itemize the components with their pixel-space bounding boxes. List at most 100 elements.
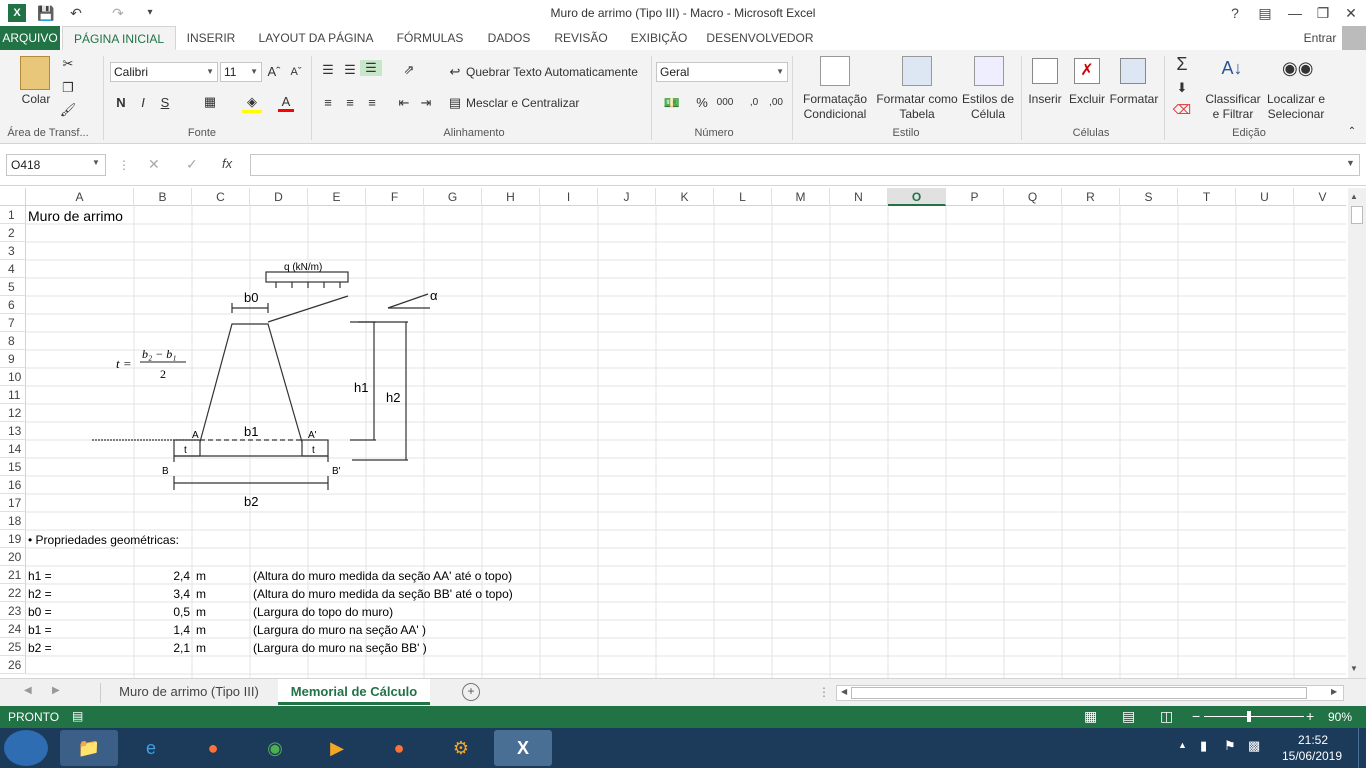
- column-header[interactable]: D: [250, 188, 308, 206]
- cell-styles-button[interactable]: Estilos de Célula: [960, 92, 1016, 122]
- increase-indent-icon[interactable]: ⇥: [416, 95, 436, 111]
- scroll-down-icon[interactable]: ▼: [1350, 664, 1358, 673]
- page-layout-view-icon[interactable]: ▤: [1122, 708, 1135, 725]
- tab-view[interactable]: EXIBIÇÃO: [624, 26, 694, 50]
- flag-icon[interactable]: ⚑: [1224, 738, 1236, 754]
- clock-date[interactable]: 15/06/2019: [1276, 749, 1348, 763]
- number-format-select[interactable]: Geral ▼: [656, 62, 788, 82]
- row-header[interactable]: 21: [0, 566, 26, 584]
- row-header[interactable]: 8: [0, 332, 26, 350]
- row-header[interactable]: 2: [0, 224, 26, 242]
- cell-b21[interactable]: 2,4: [136, 567, 190, 585]
- bold-button[interactable]: N: [112, 95, 130, 110]
- restore-button[interactable]: ❐: [1310, 2, 1336, 24]
- percent-icon[interactable]: %: [694, 95, 710, 110]
- format-cells-icon[interactable]: [1120, 58, 1146, 84]
- start-button[interactable]: [4, 730, 48, 766]
- row-header[interactable]: 17: [0, 494, 26, 512]
- merge-center-button[interactable]: Mesclar e Centralizar: [466, 96, 596, 111]
- column-header[interactable]: Q: [1004, 188, 1062, 206]
- align-center-icon[interactable]: ≡: [340, 95, 360, 110]
- chrome-icon[interactable]: ◉: [246, 730, 304, 766]
- column-header[interactable]: O: [888, 188, 946, 206]
- cell-b22[interactable]: 3,4: [136, 585, 190, 603]
- conditional-format-button[interactable]: Formatação Condicional: [796, 92, 874, 122]
- add-sheet-icon[interactable]: +: [462, 683, 480, 701]
- sheet-tab-muro[interactable]: Muro de arrimo (Tipo III): [104, 679, 274, 705]
- zoom-slider[interactable]: [1204, 711, 1304, 722]
- column-header[interactable]: G: [424, 188, 482, 206]
- cell-a23[interactable]: b0 =: [28, 603, 52, 621]
- row-header[interactable]: 11: [0, 386, 26, 404]
- clear-icon[interactable]: ⌫: [1172, 102, 1192, 118]
- row-header[interactable]: 1: [0, 206, 26, 224]
- find-select-button[interactable]: Localizar e Selecionar: [1264, 92, 1328, 122]
- format-table-button[interactable]: Formatar como Tabela: [874, 92, 960, 122]
- column-header[interactable]: J: [598, 188, 656, 206]
- cell-d25[interactable]: (Largura do muro na seção BB' ): [253, 639, 427, 657]
- cell-d23[interactable]: (Largura do topo do muro): [253, 603, 393, 621]
- column-header[interactable]: T: [1178, 188, 1236, 206]
- scroll-right-icon[interactable]: ▶: [1331, 687, 1337, 696]
- cell-a19[interactable]: • Propriedades geométricas:: [28, 531, 179, 549]
- cell-c25[interactable]: m: [196, 639, 206, 657]
- next-sheet-icon[interactable]: ▶: [52, 685, 60, 696]
- name-box[interactable]: O418: [6, 154, 106, 176]
- increase-font-icon[interactable]: Aˆ: [266, 64, 282, 79]
- format-button[interactable]: Formatar: [1108, 92, 1160, 107]
- wrap-text-button[interactable]: Quebrar Texto Automaticamente: [466, 65, 646, 80]
- font-name-select[interactable]: Calibri ▼: [110, 62, 218, 82]
- normal-view-icon[interactable]: ▦: [1084, 708, 1097, 725]
- show-desktop-button[interactable]: [1358, 728, 1366, 768]
- name-box-dropdown-icon[interactable]: ▼: [92, 158, 100, 167]
- fill-color-icon[interactable]: ◈: [242, 94, 262, 113]
- insert-function-button[interactable]: fx: [222, 156, 232, 171]
- tab-page-layout[interactable]: LAYOUT DA PÁGINA: [250, 26, 382, 50]
- cut-icon[interactable]: ✂: [58, 56, 78, 72]
- firefox-icon[interactable]: ●: [184, 730, 242, 766]
- currency-icon[interactable]: 💵: [658, 95, 686, 111]
- decrease-decimal-icon[interactable]: ,00: [766, 97, 786, 108]
- page-break-view-icon[interactable]: ◫: [1160, 708, 1173, 725]
- scroll-thumb[interactable]: [1351, 206, 1363, 224]
- horizontal-scrollbar[interactable]: ◀ ▶: [836, 685, 1344, 701]
- font-color-icon[interactable]: A: [278, 94, 294, 112]
- paste-button[interactable]: Colar: [14, 92, 58, 107]
- vertical-scrollbar[interactable]: ▲ ▼: [1348, 188, 1366, 680]
- column-header[interactable]: E: [308, 188, 366, 206]
- decrease-indent-icon[interactable]: ⇤: [394, 95, 414, 111]
- column-header[interactable]: H: [482, 188, 540, 206]
- row-header[interactable]: 9: [0, 350, 26, 368]
- cell-a21[interactable]: h1 =: [28, 567, 52, 585]
- prev-sheet-icon[interactable]: ◀: [24, 685, 32, 696]
- column-header[interactable]: M: [772, 188, 830, 206]
- enter-icon[interactable]: ✓: [186, 156, 198, 173]
- sort-filter-icon[interactable]: A↓: [1216, 58, 1248, 79]
- cell-a25[interactable]: b2 =: [28, 639, 52, 657]
- column-header[interactable]: F: [366, 188, 424, 206]
- insert-button[interactable]: Inserir: [1024, 92, 1066, 107]
- tab-insert[interactable]: INSERIR: [180, 26, 242, 50]
- underline-button[interactable]: S: [156, 95, 174, 110]
- column-header[interactable]: V: [1294, 188, 1352, 206]
- cell-c24[interactable]: m: [196, 621, 206, 639]
- column-header[interactable]: U: [1236, 188, 1294, 206]
- hscroll-thumb[interactable]: [851, 687, 1307, 699]
- row-header[interactable]: 23: [0, 602, 26, 620]
- row-header[interactable]: 20: [0, 548, 26, 566]
- show-hidden-icons-icon[interactable]: ▲: [1178, 740, 1187, 750]
- cancel-icon[interactable]: ✕: [148, 156, 160, 173]
- row-header[interactable]: 6: [0, 296, 26, 314]
- copy-icon[interactable]: ❐: [58, 80, 78, 96]
- align-left-icon[interactable]: ≡: [318, 95, 338, 110]
- cell-c22[interactable]: m: [196, 585, 206, 603]
- network-icon[interactable]: ▩: [1248, 738, 1260, 754]
- sheet-grid[interactable]: Muro de arrimo q (kN/m) α b0 b1 b2 h1 h2…: [26, 206, 1346, 678]
- column-header[interactable]: A: [26, 188, 134, 206]
- row-header[interactable]: 16: [0, 476, 26, 494]
- row-header[interactable]: 24: [0, 620, 26, 638]
- collapse-ribbon-icon[interactable]: ⌃: [1344, 126, 1360, 137]
- sheet-tab-memorial[interactable]: Memorial de Cálculo: [278, 679, 430, 705]
- help-button[interactable]: ?: [1222, 2, 1248, 24]
- expand-formula-icon[interactable]: ▼: [1346, 158, 1355, 168]
